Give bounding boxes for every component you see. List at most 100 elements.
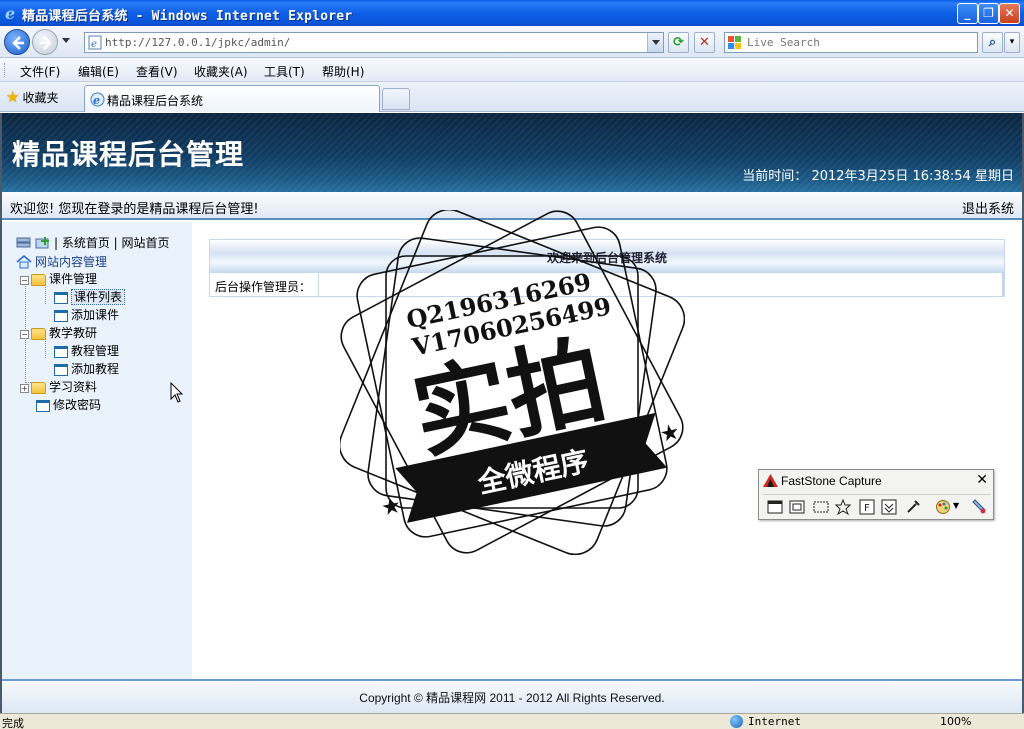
tree-root-label: 网站内容管理	[35, 255, 108, 269]
svg-text:F: F	[864, 503, 870, 514]
faststone-logo-icon	[763, 474, 778, 487]
favorites-label: 收藏夹	[22, 91, 59, 105]
back-button[interactable]	[4, 29, 30, 55]
time-label: 当前时间：	[742, 169, 808, 184]
ie-icon: e	[5, 5, 15, 21]
search-button[interactable]: ⌕	[982, 32, 1003, 53]
star-icon: ★	[658, 419, 683, 448]
page-icon: e	[88, 35, 102, 50]
tree-item-add-tutorial[interactable]: 添加教程	[54, 360, 119, 377]
favorites-button[interactable]: ★ 收藏夹	[6, 88, 58, 106]
palette-icon[interactable]	[935, 499, 951, 515]
tab-bar: ★ 收藏夹 e 精品课程后台系统	[0, 82, 1024, 112]
settings-icon[interactable]	[971, 499, 987, 515]
collapse-icon[interactable]: −	[20, 330, 29, 339]
expand-icon[interactable]: +	[20, 384, 29, 393]
current-time: 当前时间： 2012年3月25日 16:38:54 星期日	[742, 165, 1014, 184]
svg-text:e: e	[91, 39, 97, 50]
tree-group-materials[interactable]: + 学习资料	[20, 378, 97, 395]
tree-group-teaching[interactable]: − 教学教研	[20, 324, 97, 341]
welcome-message: 欢迎您! 您现在登录的是精品课程后台管理!	[10, 202, 259, 217]
toolbar-grip	[4, 63, 6, 77]
menu-help[interactable]: 帮助(H)	[322, 63, 364, 80]
windows-flag-icon	[728, 36, 741, 49]
forward-button[interactable]	[32, 29, 58, 55]
refresh-button[interactable]: ⟳	[668, 32, 689, 53]
search-box[interactable]	[724, 32, 978, 53]
folder-icon	[31, 274, 46, 286]
menu-file[interactable]: 文件(F)	[20, 63, 60, 80]
logout-link[interactable]: 退出系统	[962, 198, 1014, 217]
top-links-text[interactable]: | 系统首页 | 网站首页	[54, 236, 170, 250]
menu-favorites[interactable]: 收藏夹(A)	[194, 63, 248, 80]
zoom-level[interactable]: 100%	[940, 715, 971, 728]
capture-region-icon[interactable]	[813, 499, 829, 515]
window-titlebar: e 精品课程后台系统 - Windows Internet Explorer _…	[0, 0, 1024, 26]
site-title: 精品课程后台管理	[12, 138, 245, 171]
server-icon	[16, 237, 31, 248]
tab-title: 精品课程后台系统	[107, 94, 204, 108]
forward-arrow-icon	[40, 36, 52, 50]
menu-edit[interactable]: 编辑(E)	[78, 63, 119, 80]
collapse-icon[interactable]: −	[20, 276, 29, 285]
tree-group-label: 教学教研	[49, 326, 98, 340]
tree-item-courseware-list[interactable]: 课件列表	[54, 288, 126, 305]
sidebar: | 系统首页 | 网站首页 网站内容管理 − 课件管理 课件列表 添加课件 − 教学…	[2, 222, 192, 680]
tree-item-label: 添加课件	[71, 308, 120, 322]
menu-view[interactable]: 查看(V)	[136, 63, 178, 80]
address-toolbar: e ⟳ ✕ ⌕ ▾	[0, 26, 1024, 58]
status-bar: 完成 Internet 100%	[0, 713, 1024, 729]
ie-page-icon: e	[90, 92, 105, 107]
sidebar-top-links: | 系统首页 | 网站首页	[16, 234, 170, 251]
tree-group-courseware[interactable]: − 课件管理	[20, 270, 97, 287]
search-input[interactable]	[747, 34, 972, 51]
tree-group-label: 学习资料	[49, 380, 98, 394]
tab-current[interactable]: e 精品课程后台系统	[84, 85, 380, 112]
tree-group-label: 课件管理	[49, 272, 98, 286]
faststone-capture-toolbar: FastStone Capture ✕ F ▼	[758, 469, 994, 520]
palette-dropdown-icon[interactable]: ▼	[953, 501, 959, 510]
color-picker-icon[interactable]	[905, 499, 921, 515]
add-icon	[35, 237, 49, 249]
document-icon	[54, 310, 68, 322]
cell-divider	[318, 273, 319, 296]
capture-fullscreen-icon[interactable]: F	[859, 499, 875, 515]
tree-item-add-courseware[interactable]: 添加课件	[54, 306, 119, 323]
close-button[interactable]: ✕	[999, 3, 1020, 24]
faststone-tools: F ▼	[763, 494, 991, 518]
tree-item-label: 修改密码	[53, 398, 102, 412]
new-tab-button[interactable]	[382, 88, 410, 110]
address-bar[interactable]: e	[84, 32, 664, 53]
document-icon	[54, 364, 68, 376]
capture-scrolling-icon[interactable]	[881, 499, 897, 515]
recent-pages-dropdown[interactable]	[62, 38, 70, 43]
minimize-button[interactable]: _	[957, 3, 978, 24]
capture-window-icon[interactable]	[767, 499, 783, 515]
document-icon	[54, 292, 68, 304]
menu-tools[interactable]: 工具(T)	[264, 63, 305, 80]
mouse-cursor-icon	[170, 382, 184, 403]
tree-item-change-password[interactable]: 修改密码	[36, 396, 101, 413]
folder-icon	[31, 382, 46, 394]
faststone-close-button[interactable]: ✕	[976, 472, 988, 488]
address-dropdown[interactable]	[647, 33, 663, 52]
folder-icon	[31, 328, 46, 340]
capture-object-icon[interactable]	[789, 499, 805, 515]
back-arrow-icon	[12, 36, 24, 50]
search-icon: ⌕	[988, 35, 997, 50]
tree-item-tutorials[interactable]: 教程管理	[54, 342, 119, 359]
search-options-button[interactable]: ▾	[1004, 32, 1020, 53]
page-footer: Copyright © 精品课程网 2011 - 2012 All Rights…	[2, 679, 1022, 713]
star-icon: ★	[6, 88, 20, 106]
stop-button[interactable]: ✕	[694, 32, 715, 53]
tree-root[interactable]: 网站内容管理	[16, 253, 107, 270]
svg-text:e: e	[5, 5, 15, 21]
globe-icon	[730, 715, 743, 728]
address-input[interactable]	[105, 34, 645, 51]
refresh-icon: ⟳	[673, 35, 684, 50]
stop-icon: ✕	[699, 35, 710, 50]
restore-button[interactable]: ❐	[978, 3, 999, 24]
menu-bar: 文件(F) 编辑(E) 查看(V) 收藏夹(A) 工具(T) 帮助(H)	[0, 58, 1024, 82]
admin-label: 后台操作管理员：	[215, 280, 312, 294]
capture-freehand-icon[interactable]	[835, 499, 851, 515]
